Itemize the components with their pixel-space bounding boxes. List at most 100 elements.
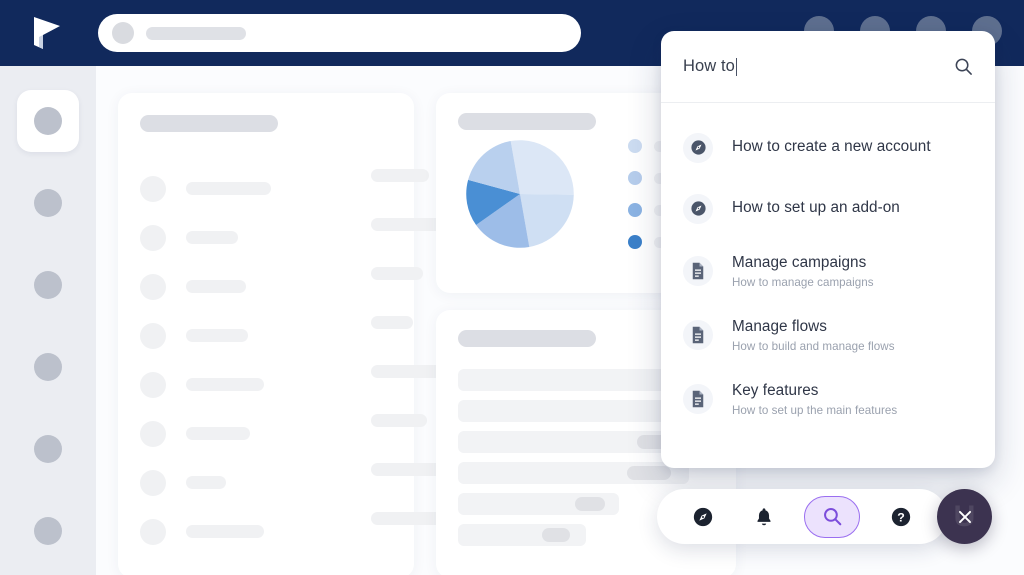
sidebar-item-5[interactable] xyxy=(17,418,79,480)
list-item-bars xyxy=(186,414,427,440)
list-item-bars xyxy=(186,218,453,244)
list-item-primary-skeleton xyxy=(186,525,264,538)
compass-icon xyxy=(690,201,706,216)
list-item-secondary-skeleton xyxy=(371,267,423,280)
search-text-skeleton xyxy=(146,26,246,40)
avatar xyxy=(140,420,166,447)
sidebar-item-1[interactable] xyxy=(17,90,79,152)
search-result-title: How to create a new account xyxy=(732,138,931,156)
sidebar-item-2[interactable] xyxy=(17,172,79,234)
list-item-secondary-skeleton xyxy=(371,169,429,182)
search-results-list: How to create a new account How to set up… xyxy=(661,103,995,431)
search-button[interactable] xyxy=(804,495,861,538)
list-item[interactable] xyxy=(140,164,429,213)
sidebar-icon-placeholder xyxy=(34,435,62,463)
search-result-texts: Manage flows How to build and manage flow… xyxy=(732,317,895,353)
legend-color-dot xyxy=(628,235,642,249)
document-icon-wrapper xyxy=(683,320,713,350)
search-result-item[interactable]: How to create a new account xyxy=(661,117,995,178)
list-item-primary-skeleton xyxy=(186,280,246,293)
list-item-primary-skeleton xyxy=(186,476,226,489)
help-button[interactable]: ? xyxy=(881,497,921,537)
search-result-texts: How to set up an add-on xyxy=(732,198,900,219)
list-skeleton-rows xyxy=(140,164,461,556)
message-skeleton-pill xyxy=(575,497,606,511)
search-result-title: Manage campaigns xyxy=(732,254,867,272)
list-item[interactable] xyxy=(140,311,413,360)
message-skeleton-row xyxy=(458,462,689,484)
list-item-primary-skeleton xyxy=(186,329,248,342)
document-icon xyxy=(692,390,704,408)
search-result-item[interactable]: Manage campaigns How to manage campaigns xyxy=(661,239,995,303)
search-avatar-skeleton xyxy=(112,22,134,44)
search-result-item[interactable]: How to set up an add-on xyxy=(661,178,995,239)
message-skeleton-pill xyxy=(626,466,671,480)
search-result-texts: Key features How to set up the main featu… xyxy=(732,381,897,417)
sidebar-icon-placeholder xyxy=(34,353,62,381)
list-item-primary-skeleton xyxy=(186,182,271,195)
search-result-item[interactable]: Key features How to set up the main featu… xyxy=(661,367,995,431)
search-result-subtitle: How to set up the main features xyxy=(732,403,898,417)
message-skeleton-row xyxy=(458,493,620,515)
avatar xyxy=(140,469,166,496)
list-card-title-skeleton xyxy=(140,115,278,132)
search-result-title: Manage flows xyxy=(732,318,827,336)
search-result-texts: How to create a new account xyxy=(732,137,931,158)
notifications-button[interactable] xyxy=(744,497,784,537)
list-item-primary-skeleton xyxy=(186,231,238,244)
close-button[interactable]: U xyxy=(937,489,992,544)
search-icon[interactable] xyxy=(954,57,973,76)
list-item-bars xyxy=(186,316,413,342)
list-item[interactable] xyxy=(140,360,461,409)
avatar xyxy=(140,224,166,251)
close-icon xyxy=(958,510,971,523)
list-item[interactable] xyxy=(140,213,453,262)
launcher-toolbar: ? xyxy=(657,489,947,544)
compass-button[interactable] xyxy=(683,497,723,537)
search-result-texts: Manage campaigns How to manage campaigns xyxy=(732,253,874,289)
sidebar-item-3[interactable] xyxy=(17,254,79,316)
message-skeleton-row xyxy=(458,524,586,546)
sidebar-icon-placeholder xyxy=(34,189,62,217)
sidebar-icon-placeholder xyxy=(34,271,62,299)
legend-color-dot xyxy=(628,139,642,153)
search-result-item[interactable]: Manage flows How to build and manage flow… xyxy=(661,303,995,367)
search-result-subtitle: How to build and manage flows xyxy=(732,339,895,353)
avatar xyxy=(140,273,166,300)
pie-slice xyxy=(520,194,574,247)
compass-icon-wrapper xyxy=(683,132,713,163)
list-item[interactable] xyxy=(140,409,427,458)
question-mark-icon: ? xyxy=(891,507,910,526)
list-card xyxy=(118,93,461,575)
compass-icon xyxy=(694,507,713,526)
list-item-secondary-skeleton xyxy=(371,316,413,329)
avatar xyxy=(140,175,166,202)
compass-icon xyxy=(690,140,706,155)
list-item-primary-skeleton xyxy=(186,427,250,440)
list-item-primary-skeleton xyxy=(186,378,264,391)
sidebar-item-4[interactable] xyxy=(17,336,79,398)
document-icon-wrapper xyxy=(683,256,713,286)
search-result-subtitle: How to manage campaigns xyxy=(732,275,874,289)
app-root: How to How to create a new account How to… xyxy=(0,0,1024,575)
search-icon xyxy=(823,508,842,526)
search-result-title: How to set up an add-on xyxy=(732,199,900,217)
compass-icon-wrapper xyxy=(683,193,713,224)
sidebar-icon-placeholder xyxy=(34,517,62,545)
message-skeleton-pill xyxy=(541,528,570,542)
sidebar-item-6[interactable] xyxy=(17,500,79,562)
list-item[interactable] xyxy=(140,507,461,556)
document-icon xyxy=(692,326,704,344)
list-item[interactable] xyxy=(140,262,423,311)
global-search-field[interactable] xyxy=(98,14,581,52)
legend-color-dot xyxy=(628,171,642,185)
play-logo-icon[interactable] xyxy=(30,15,64,51)
pie-slice xyxy=(510,140,574,195)
search-input[interactable]: How to xyxy=(683,57,954,76)
legend-color-dot xyxy=(628,203,642,217)
avatar xyxy=(140,322,166,349)
text-caret xyxy=(735,57,738,76)
list-item[interactable] xyxy=(140,458,459,507)
list-item-bars xyxy=(186,267,423,293)
panel-search-row[interactable]: How to xyxy=(661,31,995,103)
